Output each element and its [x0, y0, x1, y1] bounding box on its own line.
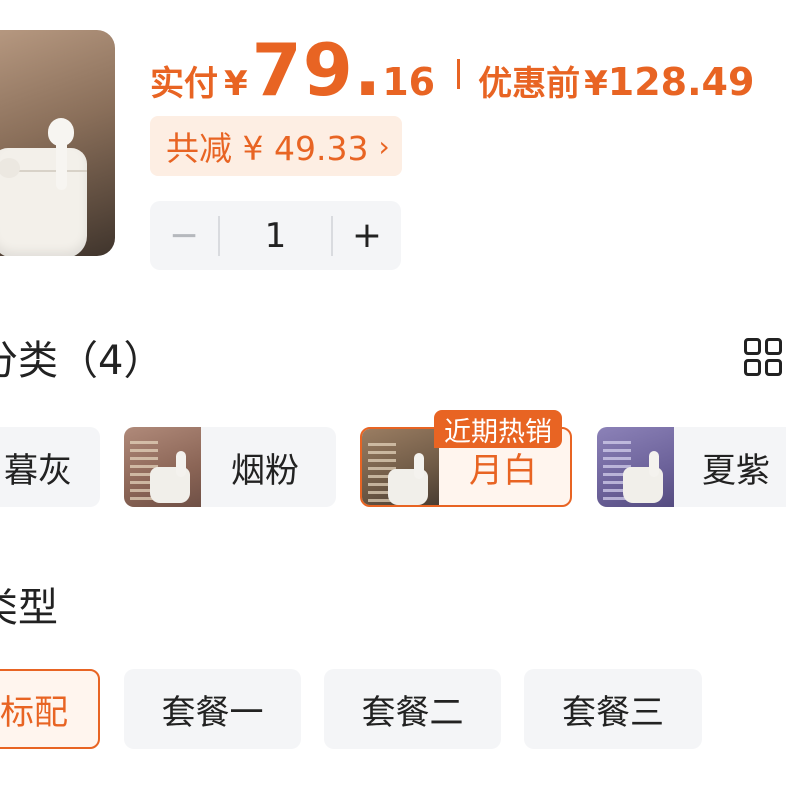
- original-price-label: 优惠前: [478, 64, 581, 104]
- increase-quantity-button[interactable]: +: [333, 201, 401, 270]
- original-price-value: 128.49: [607, 60, 755, 104]
- type-option-bundle-3[interactable]: 套餐三: [524, 669, 702, 749]
- discount-detail-button[interactable]: 共减 ¥ 49.33 ›: [150, 116, 402, 176]
- quantity-value[interactable]: 1: [220, 216, 331, 256]
- type-section-title: 类型: [0, 585, 58, 631]
- price-divider: [457, 59, 461, 89]
- category-section-title: 分类（4）: [0, 338, 164, 384]
- earbud-stem: [56, 138, 67, 190]
- chevron-right-icon: ›: [378, 129, 390, 163]
- color-swatch-image: [597, 427, 674, 507]
- pay-label: 实付: [150, 64, 218, 104]
- quantity-stepper: − 1 +: [150, 201, 401, 270]
- original-currency-symbol: ¥: [584, 64, 608, 104]
- color-option-label: 夏紫: [702, 450, 770, 491]
- discount-label: 共减 ¥ 49.33: [166, 129, 369, 168]
- color-option-pink[interactable]: 烟粉: [124, 427, 336, 507]
- color-option-gray[interactable]: 暮灰: [0, 427, 100, 507]
- decrease-quantity-button[interactable]: −: [150, 201, 218, 270]
- price-decimal: 16: [382, 60, 436, 104]
- color-option-purple[interactable]: 夏紫: [597, 427, 786, 507]
- color-swatch-image: [124, 427, 201, 507]
- price-integer: 79.: [251, 28, 383, 112]
- color-option-label: 烟粉: [231, 450, 299, 491]
- type-option-bundle-1[interactable]: 套餐一: [124, 669, 301, 749]
- type-option-standard[interactable]: 标配: [0, 669, 100, 749]
- type-option-bundle-2[interactable]: 套餐二: [324, 669, 501, 749]
- price-row: 实付 ¥ 79. 16 优惠前 ¥ 128.49: [150, 28, 755, 112]
- grid-icon[interactable]: [744, 338, 784, 378]
- product-image[interactable]: [0, 30, 115, 256]
- color-swatch-image: [362, 429, 439, 505]
- hot-sale-badge: 近期热销: [434, 410, 562, 448]
- currency-symbol: ¥: [224, 64, 248, 104]
- color-option-label: 暮灰: [4, 450, 72, 491]
- color-option-label: 月白: [469, 450, 537, 491]
